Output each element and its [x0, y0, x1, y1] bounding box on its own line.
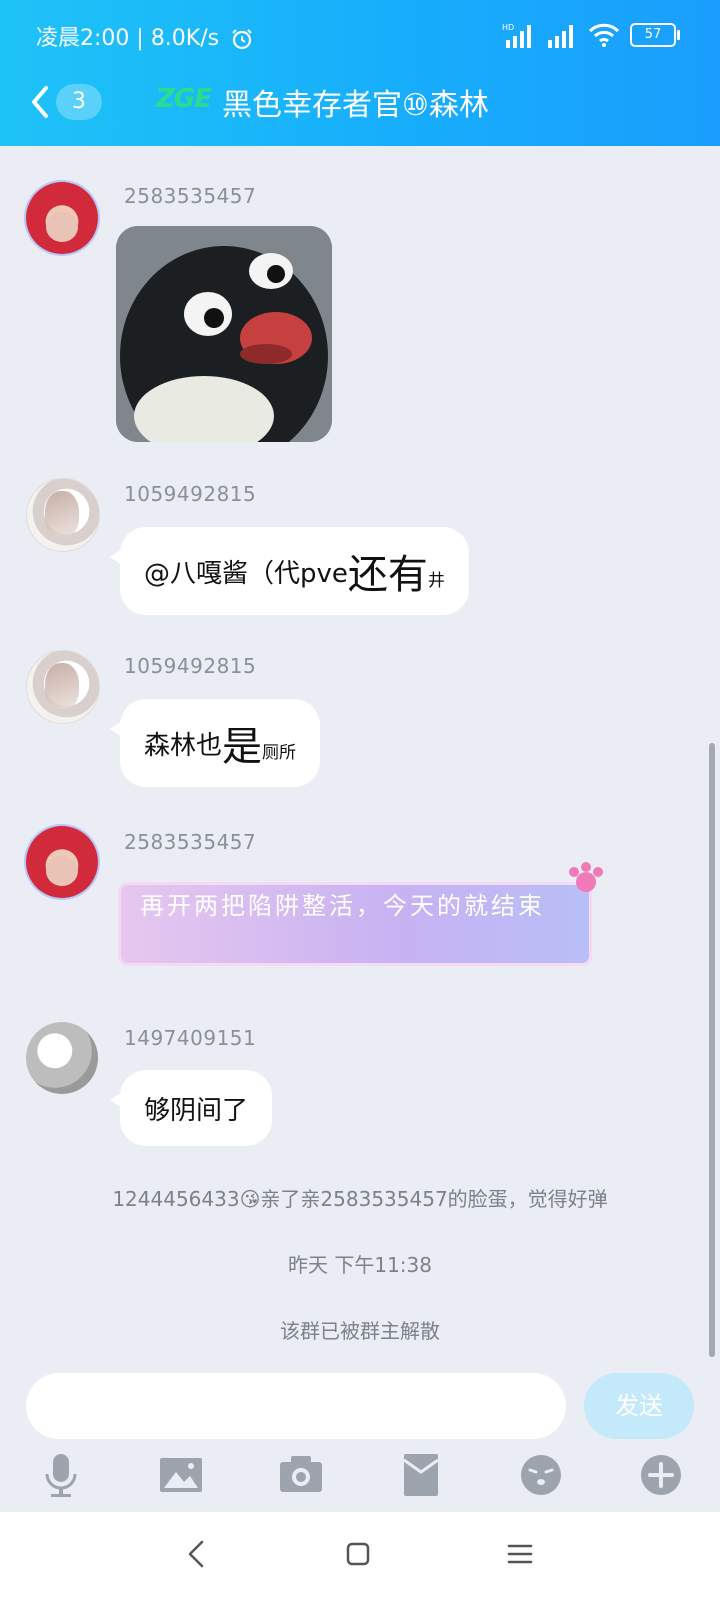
hd-label: HD: [502, 23, 514, 32]
status-time: 凌晨2:00: [36, 26, 130, 51]
status-right: HD 57: [502, 20, 680, 50]
sender-name: 1059492815: [124, 654, 257, 678]
emoji-icon[interactable]: [516, 1450, 566, 1500]
avatar[interactable]: [26, 826, 98, 898]
red-packet-icon[interactable]: [396, 1450, 446, 1500]
system-nav-bar: [0, 1512, 720, 1600]
group-tag-logo: ZGE: [156, 84, 212, 114]
input-toolbar: [0, 1450, 720, 1510]
message-text-small: 厕所: [262, 742, 297, 763]
penguin-image: [116, 226, 332, 442]
sender-name: 2583535457: [124, 830, 257, 854]
paw-decoration-icon: [569, 862, 603, 892]
hd-signal-icon: HD: [502, 23, 531, 48]
app-header: 凌晨2:00 | 8.0K/s HD 57 3 ZGE 黑色幸存者官⑩森林: [0, 0, 720, 146]
message-text: 再开两把陷阱整活，今天的就结束: [140, 892, 545, 920]
penguin-sticker[interactable]: [116, 226, 332, 442]
message-text: @八嘎酱（代pve: [144, 558, 348, 589]
battery-indicator: 57: [630, 23, 680, 47]
group-disbanded-notice: 该群已被群主解散: [280, 1319, 440, 1343]
message-item: 2583535457 再开两把陷阱整活，今天的就结束: [0, 822, 720, 982]
message-item: 1059492815 森林也 是 厕所: [0, 650, 720, 800]
avatar[interactable]: [26, 478, 100, 552]
decorated-message-bubble[interactable]: 再开两把陷阱整活，今天的就结束: [118, 862, 603, 966]
status-network-speed: 8.0K/s: [150, 26, 220, 51]
nav-back-icon[interactable]: [178, 1534, 218, 1574]
message-text: 够阴间了: [144, 1095, 249, 1126]
poke-notification: 1244456433😘亲了亲2583535457的脸蛋，觉得好弹: [112, 1187, 608, 1211]
message-bubble[interactable]: 够阴间了: [109, 1070, 273, 1146]
image-icon[interactable]: [156, 1450, 206, 1500]
timestamp: 昨天 下午11:38: [288, 1253, 432, 1277]
status-left: 凌晨2:00 | 8.0K/s: [36, 20, 254, 52]
message-item: 1497409151 够阴间了: [0, 1018, 720, 1148]
unread-count-badge[interactable]: 3: [56, 84, 102, 120]
sender-name: 1497409151: [124, 1026, 257, 1050]
message-bubble[interactable]: @八嘎酱（代pve 还有 井: [110, 527, 469, 615]
message-text-small: 井: [427, 570, 445, 591]
sender-name: 2583535457: [124, 184, 257, 208]
alarm-icon: [232, 29, 252, 50]
title-bar: 3 ZGE 黑色幸存者官⑩森林: [0, 74, 720, 130]
mic-icon[interactable]: [36, 1450, 86, 1500]
avatar[interactable]: [26, 650, 100, 724]
nav-home-icon[interactable]: [338, 1534, 378, 1574]
message-item: 1059492815 @八嘎酱（代pve 还有 井: [0, 478, 720, 628]
plus-icon[interactable]: [636, 1450, 686, 1500]
avatar[interactable]: [26, 1022, 98, 1094]
message-text-large: 还有: [347, 552, 428, 598]
message-input[interactable]: [26, 1373, 566, 1439]
camera-icon[interactable]: [276, 1450, 326, 1500]
avatar[interactable]: [26, 182, 98, 254]
scrollbar[interactable]: [709, 743, 715, 1357]
sender-name: 1059492815: [124, 482, 257, 506]
wifi-icon: [588, 23, 620, 47]
status-bar: 凌晨2:00 | 8.0K/s HD 57: [0, 0, 720, 70]
page-title[interactable]: 黑色幸存者官⑩森林: [222, 80, 489, 124]
message-text: 森林也: [144, 730, 223, 761]
back-chevron-icon[interactable]: [26, 80, 54, 124]
nav-menu-icon[interactable]: [500, 1534, 540, 1574]
message-item: 2583535457: [0, 178, 720, 458]
message-text-large: 是: [222, 724, 263, 770]
message-bubble[interactable]: 森林也 是 厕所: [109, 699, 321, 787]
signal-icon: [548, 25, 573, 48]
send-button[interactable]: 发送: [584, 1373, 694, 1439]
